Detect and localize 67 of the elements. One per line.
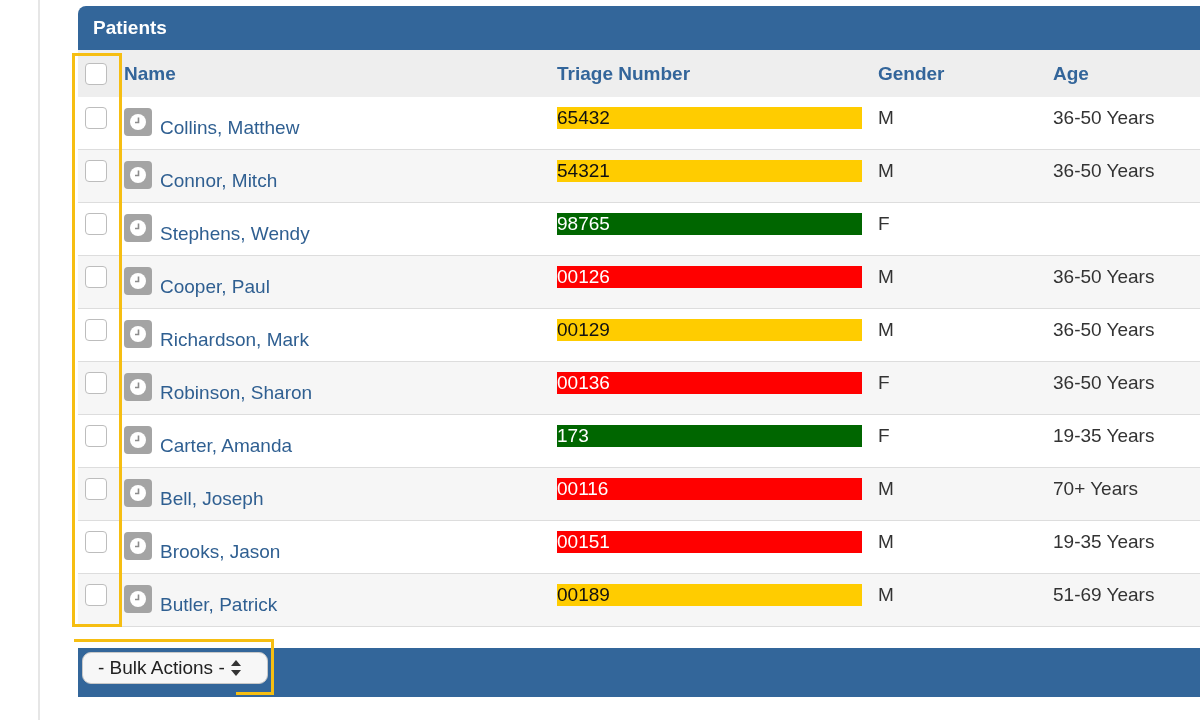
gender-value: M (878, 478, 894, 500)
age-value: 19-35 Years (1053, 531, 1155, 553)
row-checkbox[interactable] (85, 372, 107, 394)
clock-icon[interactable] (124, 320, 152, 348)
patient-name-link[interactable]: Carter, Amanda (160, 435, 293, 457)
row-checkbox[interactable] (85, 425, 107, 447)
patient-name-link[interactable]: Bell, Joseph (160, 488, 264, 510)
age-value: 36-50 Years (1053, 372, 1155, 394)
triage-tag: 00151 (557, 531, 862, 553)
row-checkbox[interactable] (85, 478, 107, 500)
age-value: 36-50 Years (1053, 107, 1155, 129)
column-header[interactable]: Gender (878, 62, 945, 85)
clock-icon[interactable] (124, 532, 152, 560)
patient-name-link[interactable]: Robinson, Sharon (160, 382, 313, 404)
gender-value: F (878, 425, 890, 447)
clock-icon[interactable] (124, 585, 152, 613)
triage-tag: 54321 (557, 160, 862, 182)
age-value: 70+ Years (1053, 478, 1139, 500)
row-checkbox[interactable] (85, 213, 107, 235)
triage-tag: 173 (557, 425, 862, 447)
bulk-actions-select[interactable]: - Bulk Actions - (82, 652, 268, 684)
clock-icon[interactable] (124, 373, 152, 401)
select-all-checkbox[interactable] (85, 62, 107, 85)
triage-tag: 65432 (557, 107, 862, 129)
patient-name-link[interactable]: Brooks, Jason (160, 541, 281, 563)
panel-title: Patients (93, 17, 167, 39)
age-value: 36-50 Years (1053, 160, 1155, 182)
clock-icon[interactable] (124, 479, 152, 507)
column-header[interactable]: Age (1053, 62, 1089, 85)
up-down-arrows-icon (230, 660, 241, 676)
gender-value: M (878, 266, 894, 288)
gender-value: M (878, 160, 894, 182)
clock-icon[interactable] (124, 214, 152, 242)
triage-tag: 00126 (557, 266, 862, 288)
row-checkbox[interactable] (85, 160, 107, 182)
patient-name-link[interactable]: Stephens, Wendy (160, 223, 310, 245)
patient-name-link[interactable]: Cooper, Paul (160, 276, 270, 298)
age-value: 36-50 Years (1053, 319, 1155, 341)
row-checkbox[interactable] (85, 107, 107, 129)
age-value: 36-50 Years (1053, 266, 1155, 288)
gender-value: M (878, 319, 894, 341)
clock-icon[interactable] (124, 108, 152, 136)
clock-icon[interactable] (124, 426, 152, 454)
column-header[interactable]: Name (124, 62, 176, 85)
patient-name-link[interactable]: Butler, Patrick (160, 594, 278, 616)
gender-value: F (878, 213, 890, 235)
clock-icon[interactable] (124, 267, 152, 295)
gender-value: M (878, 107, 894, 129)
triage-tag: 00189 (557, 584, 862, 606)
triage-tag: 00129 (557, 319, 862, 341)
patient-name-link[interactable]: Connor, Mitch (160, 170, 278, 192)
age-value: 51-69 Years (1053, 584, 1155, 606)
row-checkbox[interactable] (85, 531, 107, 553)
triage-tag: 98765 (557, 213, 862, 235)
triage-tag: 00136 (557, 372, 862, 394)
row-checkbox[interactable] (85, 319, 107, 341)
row-checkbox[interactable] (85, 584, 107, 606)
clock-icon[interactable] (124, 161, 152, 189)
triage-tag: 00116 (557, 478, 862, 500)
column-header[interactable]: Triage Number (557, 62, 691, 85)
age-value: 19-35 Years (1053, 425, 1155, 447)
patient-name-link[interactable]: Richardson, Mark (160, 329, 309, 351)
gender-value: M (878, 531, 894, 553)
patient-name-link[interactable]: Collins, Matthew (160, 117, 300, 139)
gender-value: F (878, 372, 890, 394)
row-checkbox[interactable] (85, 266, 107, 288)
gender-value: M (878, 584, 894, 606)
